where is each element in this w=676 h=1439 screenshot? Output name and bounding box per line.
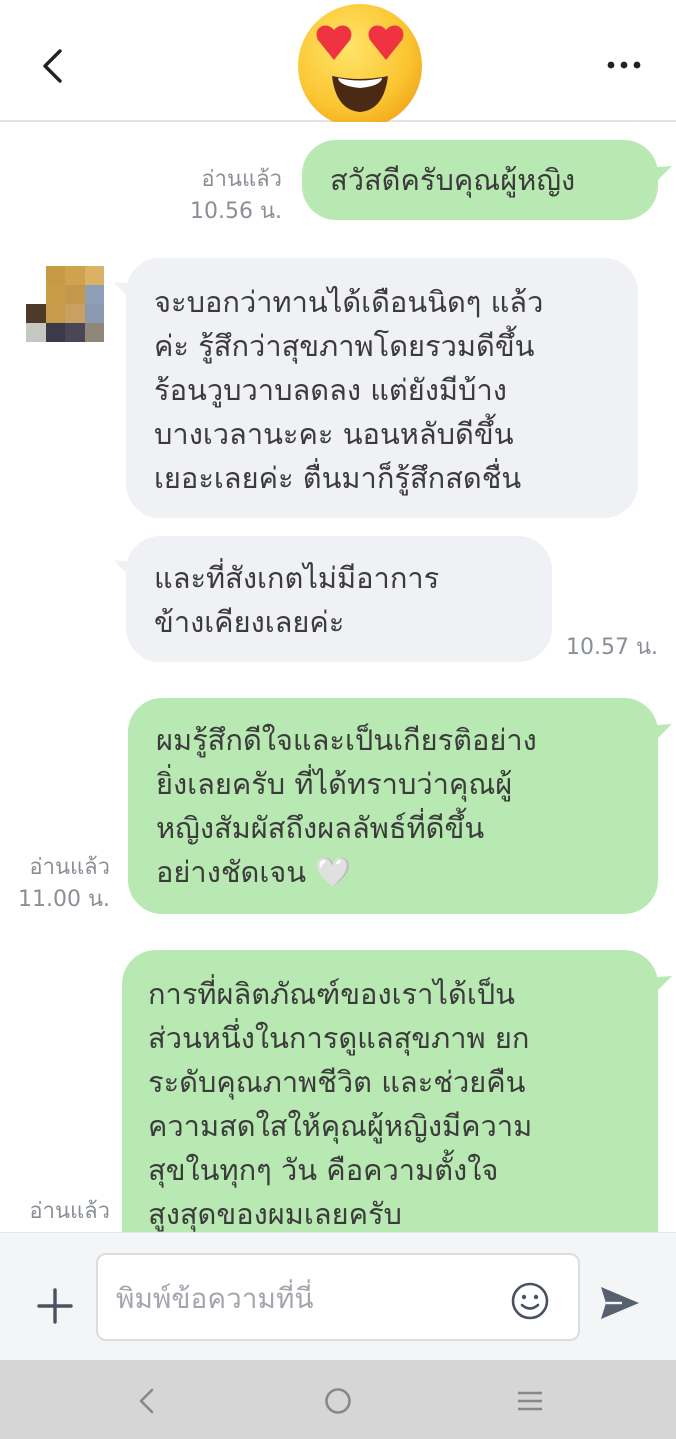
message-line: ระดับคุณภาพชีวิต และช่วยคืน [148, 1065, 526, 1099]
message-line: สูงสุดของผมเลยครับ [148, 1197, 402, 1231]
message-line: ข้างเคียงเลยค่ะ [154, 605, 345, 639]
message-line: จะบอกว่าทานได้เดือนนิดๆ แล้ว [154, 285, 544, 319]
message-composer: พิมพ์ข้อความที่นี่ [0, 1232, 676, 1361]
message-bubble-outgoing[interactable]: สวัสดีครับคุณผู้หญิง [302, 140, 658, 220]
send-icon [601, 1287, 639, 1319]
message-text: สวัสดีครับคุณผู้หญิง [330, 163, 576, 197]
chevron-left-icon [43, 49, 62, 83]
nav-menu-icon [518, 1391, 542, 1411]
message-input-placeholder: พิมพ์ข้อความที่นี่ [116, 1282, 314, 1315]
message-line: สุขในทุกๆ วัน คือความตั้งใจ [148, 1153, 499, 1187]
nav-recent-apps-button[interactable] [510, 1384, 550, 1418]
message-line: หญิงสัมผัสถึงผลลัพธ์ที่ดีขึ้น [156, 811, 485, 845]
send-button[interactable] [598, 1283, 642, 1323]
message-bubble-incoming[interactable]: และที่สังเกตไม่มีอาการ ข้างเคียงเลยค่ะ [126, 536, 552, 662]
message-bubble-incoming[interactable]: จะบอกว่าทานได้เดือนนิดๆ แล้ว ค่ะ รู้สึกว… [126, 258, 638, 518]
message-line: ยิ่งเลยครับ ที่ได้ทราบว่าคุณผู้ [156, 767, 513, 801]
message-list[interactable]: อ่านแล้ว 10.56 น. สวัสดีครับคุณผู้หญิง จ… [0, 122, 676, 1232]
smiley-icon [511, 1282, 549, 1320]
avatar[interactable] [26, 266, 104, 342]
message-line: ผมรู้สึกดีใจและเป็นเกียรติอย่าง [156, 723, 537, 757]
message-bubble-outgoing[interactable]: การที่ผลิตภัณฑ์ของเราได้เป็น ส่วนหนึ่งใน… [122, 950, 658, 1232]
back-button[interactable] [30, 42, 74, 90]
nav-back-icon [139, 1388, 154, 1414]
message-line: ความสดใสให้คุณผู้หญิงมีความ [148, 1109, 533, 1143]
read-receipt: อ่านแล้ว 10.56 น. [189, 167, 282, 224]
read-receipt: อ่านแล้ว [29, 1199, 110, 1224]
chat-header [0, 0, 676, 128]
nav-home-button[interactable] [318, 1384, 358, 1418]
message-line: บางเวลานะคะ นอนหลับดีขึ้น [154, 417, 514, 451]
read-receipt: อ่านแล้ว 11.00 น. [17, 855, 110, 912]
add-attachment-button[interactable] [30, 1281, 80, 1331]
message-line: การที่ผลิตภัณฑ์ของเราได้เป็น [148, 977, 515, 1011]
nav-back-button[interactable] [126, 1384, 166, 1418]
message-line: ร้อนวูบวาบลดลง แต่ยังมีบ้าง [154, 373, 507, 407]
system-navigation-bar [0, 1360, 676, 1439]
nav-home-icon [325, 1388, 351, 1414]
plus-icon [37, 1288, 73, 1324]
message-line: และที่สังเกตไม่มีอาการ [154, 561, 440, 595]
emoji-button[interactable] [510, 1281, 550, 1321]
message-line: เยอะเลยค่ะ ตื่นมาก็รู้สึกสดชื่น [154, 461, 522, 495]
message-line: อย่างชัดเจน 🤍 [156, 855, 352, 889]
message-time: 10.57 น. [566, 635, 659, 660]
heart-eyes-emoji [292, 2, 428, 130]
more-dots-icon [607, 61, 641, 69]
message-input[interactable]: พิมพ์ข้อความที่นี่ [96, 1253, 580, 1341]
message-bubble-outgoing[interactable]: ผมรู้สึกดีใจและเป็นเกียรติอย่าง ยิ่งเลยค… [128, 698, 658, 914]
message-line: ส่วนหนึ่งในการดูแลสุขภาพ ยก [148, 1021, 530, 1055]
message-line: ค่ะ รู้สึกว่าสุขภาพโดยรวมดีขึ้น [154, 329, 535, 363]
more-options-button[interactable] [598, 50, 650, 80]
